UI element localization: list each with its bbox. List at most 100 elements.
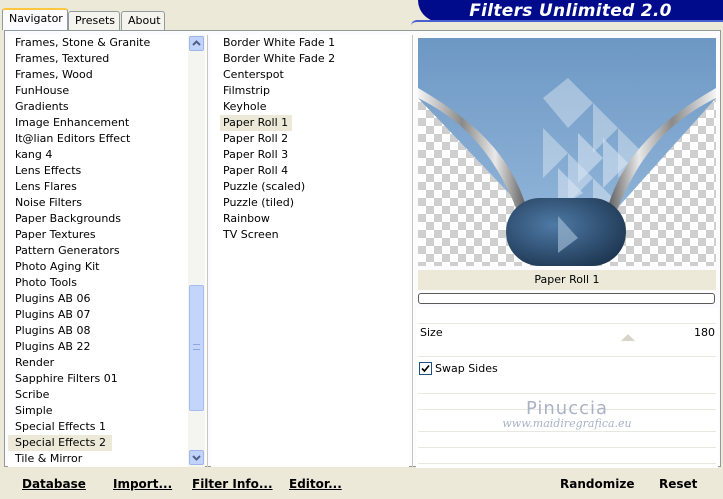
- category-item-label: Gradients: [15, 100, 69, 113]
- chevron-down-icon: [192, 455, 201, 461]
- import-button[interactable]: Import...: [113, 477, 172, 491]
- category-item-label: Special Effects 2: [8, 435, 113, 451]
- filter-item-label: Paper Roll 4: [223, 164, 289, 177]
- category-list-item[interactable]: Simple: [8, 403, 188, 419]
- filter-list-item[interactable]: Paper Roll 4: [211, 163, 409, 179]
- category-list-item[interactable]: kang 4: [8, 147, 188, 163]
- category-item-label: Frames, Stone & Granite: [15, 36, 151, 49]
- editor-button[interactable]: Editor...: [289, 477, 342, 491]
- checkmark-icon: [421, 364, 430, 373]
- size-label: Size: [420, 326, 443, 339]
- tab-navigator-label: Navigator: [9, 12, 63, 25]
- tab-about[interactable]: About: [121, 11, 165, 30]
- preview-title: Paper Roll 1: [418, 270, 716, 290]
- category-item-label: Lens Flares: [15, 180, 77, 193]
- app-title-banner: Filters Unlimited 2.0: [418, 0, 723, 22]
- filter-list-item[interactable]: Centerspot: [211, 67, 409, 83]
- category-list-item[interactable]: Frames, Stone & Granite: [8, 35, 188, 51]
- category-item-label: Lens Effects: [15, 164, 82, 177]
- filter-list-item[interactable]: Puzzle (tiled): [211, 195, 409, 211]
- category-list-item[interactable]: Gradients: [8, 99, 188, 115]
- filter-item-label: Rainbow: [223, 212, 270, 225]
- scroll-down-button[interactable]: [189, 450, 204, 465]
- category-list-item[interactable]: It@lian Editors Effect: [8, 131, 188, 147]
- category-list-item[interactable]: Lens Effects: [8, 163, 188, 179]
- chevron-up-icon: [192, 40, 201, 46]
- filter-list-item[interactable]: TV Screen: [211, 227, 409, 243]
- category-list-item[interactable]: FunHouse: [8, 83, 188, 99]
- tab-presets-label: Presets: [75, 14, 116, 27]
- category-list-item[interactable]: Tile & Mirror: [8, 451, 188, 467]
- filter-item-label: Paper Roll 2: [223, 132, 289, 145]
- size-slider-thumb[interactable]: [621, 334, 635, 341]
- tab-presets[interactable]: Presets: [68, 11, 120, 30]
- filter-list-item[interactable]: Keyhole: [211, 99, 409, 115]
- category-item-label: Plugins AB 06: [15, 292, 91, 305]
- param-row: [418, 432, 716, 448]
- category-item-label: Plugins AB 08: [15, 324, 91, 337]
- category-list-item[interactable]: Plugins AB 08: [8, 323, 188, 339]
- filter-list-item[interactable]: Puzzle (scaled): [211, 179, 409, 195]
- category-list-item[interactable]: Image Enhancement: [8, 115, 188, 131]
- category-list-item[interactable]: Frames, Textured: [8, 51, 188, 67]
- category-list-item[interactable]: Render: [8, 355, 188, 371]
- filter-list-item[interactable]: Border White Fade 1: [211, 35, 409, 51]
- category-list-item[interactable]: Photo Tools: [8, 275, 188, 291]
- category-item-label: Frames, Textured: [15, 52, 110, 65]
- category-list-item[interactable]: Frames, Wood: [8, 67, 188, 83]
- column-divider: [207, 35, 208, 467]
- category-item-label: Paper Backgrounds: [15, 212, 122, 225]
- category-item-label: Photo Tools: [15, 276, 77, 289]
- reset-button[interactable]: Reset: [659, 477, 697, 491]
- size-value: 180: [694, 326, 715, 339]
- filter-list-item[interactable]: Filmstrip: [211, 83, 409, 99]
- progress-bar: [418, 293, 715, 304]
- category-list-item[interactable]: Plugins AB 06: [8, 291, 188, 307]
- filter-list-item[interactable]: Paper Roll 2: [211, 131, 409, 147]
- category-item-label: FunHouse: [15, 84, 70, 97]
- tab-navigator[interactable]: Navigator: [2, 8, 68, 30]
- category-list-item[interactable]: Special Effects 1: [8, 419, 188, 435]
- category-list-item[interactable]: Paper Backgrounds: [8, 211, 188, 227]
- category-item-label: Pattern Generators: [15, 244, 120, 257]
- swap-sides-checkbox[interactable]: [419, 362, 432, 375]
- category-list-item[interactable]: Noise Filters: [8, 195, 188, 211]
- preview-image: [418, 38, 716, 266]
- filter-item-label: Paper Roll 3: [223, 148, 289, 161]
- category-list-item[interactable]: Pattern Generators: [8, 243, 188, 259]
- filter-item-label: Puzzle (scaled): [223, 180, 306, 193]
- filter-list[interactable]: Border White Fade 1 Border White Fade 2 Ce…: [211, 35, 409, 467]
- randomize-button[interactable]: Randomize: [560, 477, 634, 491]
- scroll-grip-icon: [193, 344, 200, 350]
- app-title: Filters Unlimited 2.0: [469, 1, 672, 21]
- scroll-up-button[interactable]: [189, 36, 204, 51]
- category-list-item[interactable]: Lens Flares: [8, 179, 188, 195]
- filter-item-label: Filmstrip: [223, 84, 270, 97]
- category-list-item[interactable]: Plugins AB 07: [8, 307, 188, 323]
- category-item-label: Simple: [15, 404, 53, 417]
- scroll-thumb[interactable]: [189, 285, 204, 411]
- category-list-item[interactable]: Photo Aging Kit: [8, 259, 188, 275]
- filter-list-item[interactable]: Paper Roll 3: [211, 147, 409, 163]
- category-scrollbar[interactable]: [188, 35, 205, 467]
- category-list-item[interactable]: Plugins AB 22: [8, 339, 188, 355]
- category-list[interactable]: Frames, Stone & Granite Frames, Textured F…: [8, 35, 188, 467]
- watermark-url: www.maidiregrafica.eu: [502, 417, 632, 430]
- category-item-label: Plugins AB 22: [15, 340, 91, 353]
- category-list-item[interactable]: Sapphire Filters 01: [8, 371, 188, 387]
- swap-sides-label: Swap Sides: [435, 362, 498, 375]
- filter-list-item[interactable]: Paper Roll 1: [211, 115, 409, 131]
- filter-list-item[interactable]: Rainbow: [211, 211, 409, 227]
- filter-item-label: TV Screen: [223, 228, 279, 241]
- tab-about-label: About: [128, 14, 161, 27]
- category-item-label: Special Effects 1: [15, 420, 107, 433]
- filter-item-label: Paper Roll 1: [220, 115, 293, 131]
- filter-info-button[interactable]: Filter Info...: [192, 477, 273, 491]
- banner-underline: [411, 20, 723, 26]
- category-list-item[interactable]: Special Effects 2: [8, 435, 188, 451]
- filter-list-item[interactable]: Border White Fade 2: [211, 51, 409, 67]
- database-button[interactable]: Database: [22, 477, 86, 491]
- category-list-item[interactable]: Scribe: [8, 387, 188, 403]
- watermark-name: Pinuccia: [525, 398, 609, 419]
- category-list-item[interactable]: Paper Textures: [8, 227, 188, 243]
